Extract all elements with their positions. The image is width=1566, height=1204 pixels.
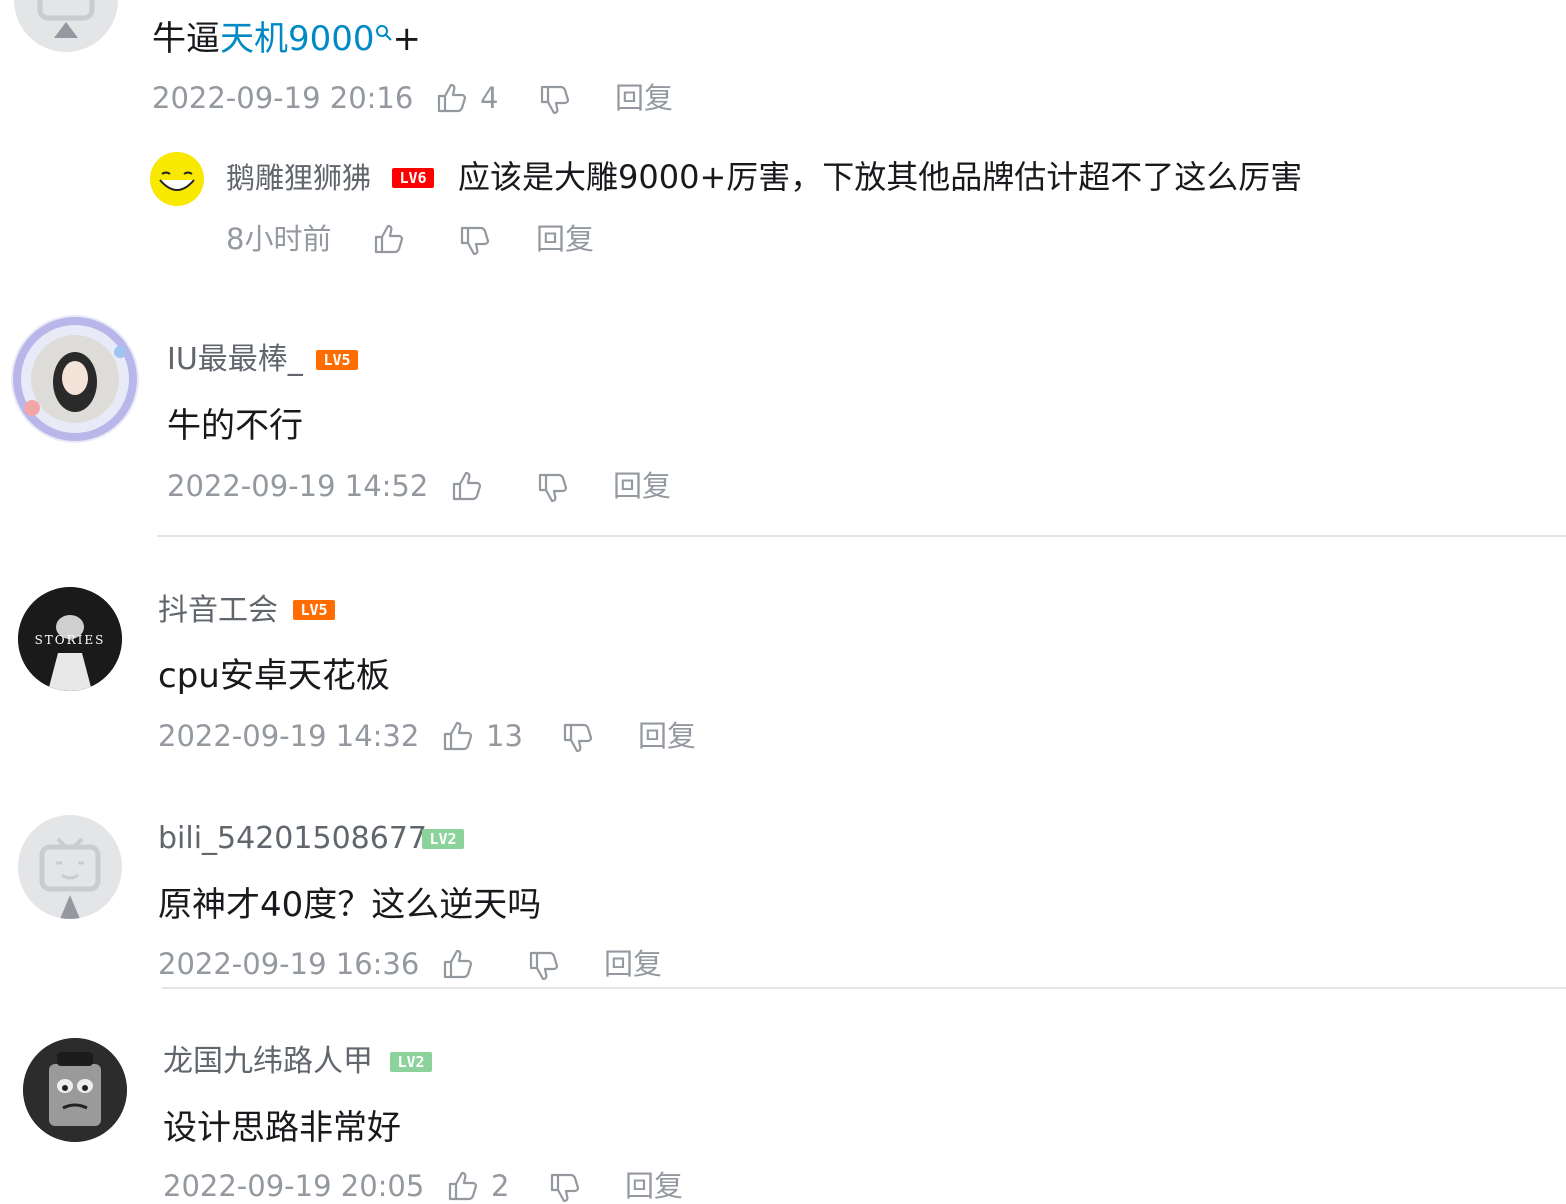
level-badge: LV6 bbox=[392, 168, 434, 188]
comment-text-prefix: 牛逼 bbox=[152, 19, 220, 59]
level-badge: LV2 bbox=[390, 1052, 432, 1072]
like-icon[interactable] bbox=[447, 1170, 479, 1202]
reply-button[interactable]: 回复 bbox=[613, 472, 671, 501]
username[interactable]: IU最最棒_ bbox=[167, 345, 303, 375]
comment-divider bbox=[162, 987, 1566, 989]
comment-text-suffix: + bbox=[392, 19, 422, 59]
username[interactable]: 抖音工会 bbox=[158, 596, 278, 626]
like-count: 13 bbox=[486, 719, 523, 753]
reply-button[interactable]: 回复 bbox=[638, 722, 696, 751]
avatar-spongebob-icon[interactable] bbox=[23, 1038, 127, 1142]
level-badge: LV5 bbox=[293, 600, 335, 620]
reply-button[interactable]: 回复 bbox=[625, 1172, 683, 1201]
comment-time: 2022-09-19 14:32 bbox=[158, 719, 420, 753]
username[interactable]: 鹅雕狸狮狒 bbox=[226, 164, 371, 193]
reply-button[interactable]: 回复 bbox=[536, 225, 594, 254]
comment-text: cpu安卓天花板 bbox=[158, 656, 390, 696]
comment-text: 牛的不行 bbox=[167, 406, 303, 446]
avatar-default-tv-icon[interactable] bbox=[18, 815, 122, 919]
comment-time: 2022-09-19 14:52 bbox=[167, 469, 429, 503]
comment-text: 原神才40度？这么逆天吗 bbox=[158, 885, 542, 925]
reply-button[interactable]: 回复 bbox=[604, 950, 662, 979]
like-count: 2 bbox=[491, 1169, 510, 1203]
avatar-stories-icon[interactable]: STORIES bbox=[18, 587, 122, 691]
dislike-icon[interactable] bbox=[528, 950, 560, 982]
username[interactable]: 龙国九纬路人甲 bbox=[163, 1047, 373, 1077]
dislike-icon[interactable] bbox=[562, 722, 594, 754]
reply-button[interactable]: 回复 bbox=[615, 84, 673, 113]
like-icon[interactable] bbox=[436, 82, 468, 114]
dislike-icon[interactable] bbox=[539, 84, 571, 116]
comment-text: 设计思路非常好 bbox=[163, 1108, 401, 1148]
reply-text: 应该是大雕9000+厉害，下放其他品牌估计超不了这么厉害 bbox=[458, 158, 1303, 196]
reply-time: 8小时前 bbox=[226, 222, 332, 256]
comment-time: 2022-09-19 20:05 bbox=[163, 1169, 425, 1203]
like-icon[interactable] bbox=[451, 470, 483, 502]
avatar-default-tv-icon[interactable] bbox=[14, 0, 118, 52]
dislike-icon[interactable] bbox=[537, 472, 569, 504]
avatar-stories-text: STORIES bbox=[35, 633, 106, 647]
search-link[interactable]: 天机9000 bbox=[220, 19, 375, 59]
comment-time: 2022-09-19 16:36 bbox=[158, 947, 420, 981]
level-badge: LV5 bbox=[316, 350, 358, 370]
comment-divider bbox=[157, 535, 1566, 537]
like-icon[interactable] bbox=[442, 948, 474, 980]
comment-time: 2022-09-19 20:16 bbox=[152, 81, 414, 115]
like-count: 4 bbox=[480, 81, 499, 115]
username[interactable]: bili_54201508677 bbox=[158, 824, 427, 854]
like-icon[interactable] bbox=[373, 223, 405, 255]
level-badge: LV2 bbox=[422, 829, 464, 849]
search-icon[interactable] bbox=[375, 24, 393, 44]
comment-text: 牛逼天机9000 + bbox=[152, 22, 421, 56]
avatar-girl-photo-icon[interactable] bbox=[8, 312, 142, 446]
avatar-smiley-icon[interactable] bbox=[150, 152, 204, 206]
like-icon[interactable] bbox=[442, 720, 474, 752]
dislike-icon[interactable] bbox=[459, 225, 491, 257]
dislike-icon[interactable] bbox=[549, 1172, 581, 1204]
